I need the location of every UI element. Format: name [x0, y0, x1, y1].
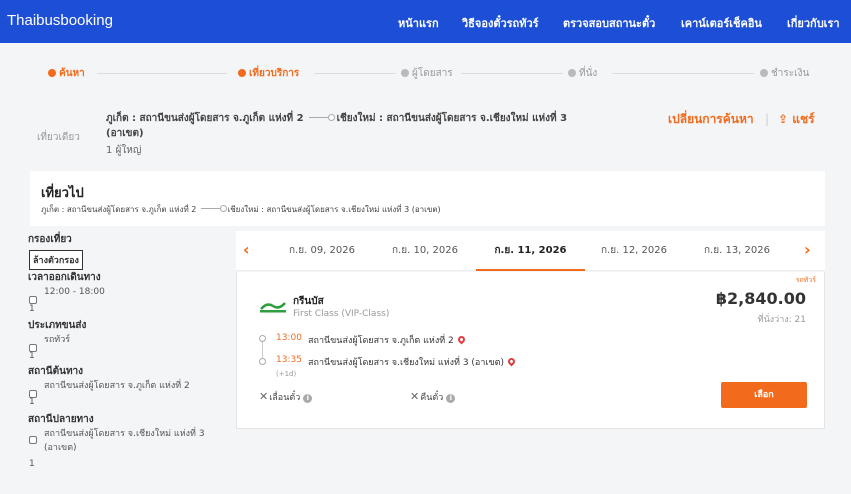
seats-available: ที่นั่งว่าง: 21: [757, 315, 806, 325]
depart-stop: สถานีขนส่งผู้โดยสาร จ.ภูเก็ต แห่งที่ 2: [308, 333, 467, 347]
step-connector: [461, 73, 563, 74]
filter-count: 1: [29, 459, 35, 469]
date-tab[interactable]: ก.ย. 10, 2026: [370, 231, 480, 271]
next-date-chevron-icon[interactable]: ›: [804, 240, 811, 259]
nav-checkin-counter[interactable]: เคาน์เตอร์เช็คอิน: [681, 14, 762, 32]
refund-policy[interactable]: ✕คืนตั๋ว i: [410, 390, 456, 404]
nav-how-to-book[interactable]: วิธีจองตั๋วรถทัวร์: [462, 14, 539, 32]
cross-icon: ✕: [259, 390, 269, 403]
route-connector-icon: [200, 205, 227, 212]
outbound-title: เที่ยวไป: [41, 186, 84, 201]
clear-filters-button[interactable]: ล้างตัวกรอง: [29, 250, 83, 270]
filter-count: 1: [29, 304, 35, 314]
trip-price: ฿2,840.00: [715, 289, 806, 308]
select-trip-button[interactable]: เลือก: [721, 382, 807, 408]
filter-title: กรองเที่ยว: [28, 234, 72, 245]
filter-checkbox-time[interactable]: [29, 296, 37, 304]
filter-heading-departure-time: เวลาออกเดินทาง: [28, 272, 101, 283]
trip-tag: รถทัวร์: [795, 276, 816, 284]
step-dot: [48, 69, 56, 77]
step-dot: [401, 69, 409, 77]
step-connector: [612, 73, 754, 74]
filter-option-label: 12:00 - 18:00: [44, 287, 105, 297]
step-passenger: ผู้โดยสาร: [401, 66, 453, 81]
depart-time: 13:00: [276, 333, 302, 343]
reschedule-policy[interactable]: ✕เลื่อนตั๋ว i: [259, 390, 313, 404]
filter-option-label: รถทัวร์: [44, 335, 71, 345]
filter-heading-origin: สถานีต้นทาง: [28, 366, 84, 377]
outbound-route: ภูเก็ต : สถานีขนส่งผู้โดยสาร จ.ภูเก็ต แห…: [41, 203, 441, 216]
step-dot: [238, 69, 246, 77]
arrive-time: 13:35: [276, 355, 302, 365]
divider: |: [765, 112, 770, 126]
step-connector: [97, 73, 227, 74]
route-connector-icon: [309, 114, 336, 121]
passenger-count: 1 ผู้ใหญ่: [106, 145, 142, 156]
nav-check-ticket[interactable]: ตรวจสอบสถานะตั๋ว: [563, 14, 655, 32]
step-connector: [314, 73, 396, 74]
filter-checkbox-destination[interactable]: [29, 436, 37, 444]
brand-logo[interactable]: Thaibusbooking: [7, 12, 113, 29]
filter-count: 1: [29, 397, 35, 407]
filter-heading-destination: สถานีปลายทาง: [28, 414, 94, 425]
step-search: ค้นหา: [48, 66, 85, 81]
map-pin-icon[interactable]: [456, 334, 467, 345]
step-dot: [760, 69, 768, 77]
filter-option-label: สถานีขนส่งผู้โดยสาร จ.เชียงใหม่ แห่งที่ …: [44, 429, 205, 439]
operator-name: กรีนบัส: [293, 296, 324, 307]
filter-heading-transport-type: ประเภทขนส่ง: [28, 320, 87, 331]
map-pin-icon[interactable]: [506, 356, 517, 367]
seat-class: First Class (VIP-Class): [293, 309, 390, 319]
date-tab-active[interactable]: ก.ย. 11, 2026: [476, 231, 585, 271]
cross-icon: ✕: [410, 390, 420, 403]
date-selector: ‹ ก.ย. 09, 2026 ก.ย. 10, 2026 ก.ย. 11, 2…: [236, 231, 825, 271]
outbound-origin: ภูเก็ต : สถานีขนส่งผู้โดยสาร จ.ภูเก็ต แห…: [41, 205, 197, 214]
info-icon[interactable]: i: [303, 394, 313, 403]
prev-date-chevron-icon[interactable]: ‹: [243, 240, 250, 259]
booking-stepper: ค้นหา เที่ยวบริการ ผู้โดยสาร ที่นั่ง ชำร…: [0, 60, 851, 86]
step-payment: ชำระเงิน: [760, 66, 809, 81]
outbound-destination: เชียงใหม่ : สถานีขนส่งผู้โดยสาร จ.เชียงใ…: [227, 205, 441, 214]
share-button[interactable]: ⇪ แชร์: [778, 110, 815, 129]
nav-about[interactable]: เกี่ยวกับเรา: [787, 14, 840, 32]
arrive-node-icon: [259, 358, 266, 365]
share-icon: ⇪: [778, 112, 789, 126]
summary-route: ภูเก็ต : สถานีขนส่งผู้โดยสาร จ.ภูเก็ต แห…: [106, 111, 576, 141]
date-tab[interactable]: ก.ย. 12, 2026: [579, 231, 689, 271]
arrive-stop: สถานีขนส่งผู้โดยสาร จ.เชียงใหม่ แห่งที่ …: [308, 355, 517, 369]
step-dot: [568, 69, 576, 77]
step-seat: ที่นั่ง: [568, 66, 597, 81]
depart-node-icon: [259, 335, 266, 342]
outbound-header: เที่ยวไป ภูเก็ต : สถานีขนส่งผู้โดยสาร จ.…: [30, 171, 825, 226]
search-summary: เที่ยวเดียว ภูเก็ต : สถานีขนส่งผู้โดยสาร…: [23, 100, 828, 162]
date-tab[interactable]: ก.ย. 13, 2026: [682, 231, 792, 271]
trip-card: รถทัวร์ กรีนบัส First Class (VIP-Class) …: [236, 272, 825, 429]
operator-logo-icon: [260, 302, 286, 313]
trip-type: เที่ยวเดียว: [37, 132, 80, 143]
info-icon[interactable]: i: [446, 394, 456, 403]
step-trip: เที่ยวบริการ: [238, 66, 299, 81]
filter-option-label: สถานีขนส่งผู้โดยสาร จ.ภูเก็ต แห่งที่ 2: [44, 381, 190, 391]
summary-origin: ภูเก็ต : สถานีขนส่งผู้โดยสาร จ.ภูเก็ต แห…: [106, 113, 304, 124]
date-tab[interactable]: ก.ย. 09, 2026: [267, 231, 377, 271]
filter-count: 1: [29, 351, 35, 361]
filter-option-label-cont: (อาเขต): [44, 443, 77, 453]
change-search-button[interactable]: เปลี่ยนการค้นหา: [668, 110, 754, 129]
top-navbar: Thaibusbooking หน้าแรก วิธีจองตั๋วรถทัวร…: [0, 0, 851, 43]
next-day-badge: (+1d): [276, 370, 297, 378]
nav-home[interactable]: หน้าแรก: [398, 14, 439, 32]
